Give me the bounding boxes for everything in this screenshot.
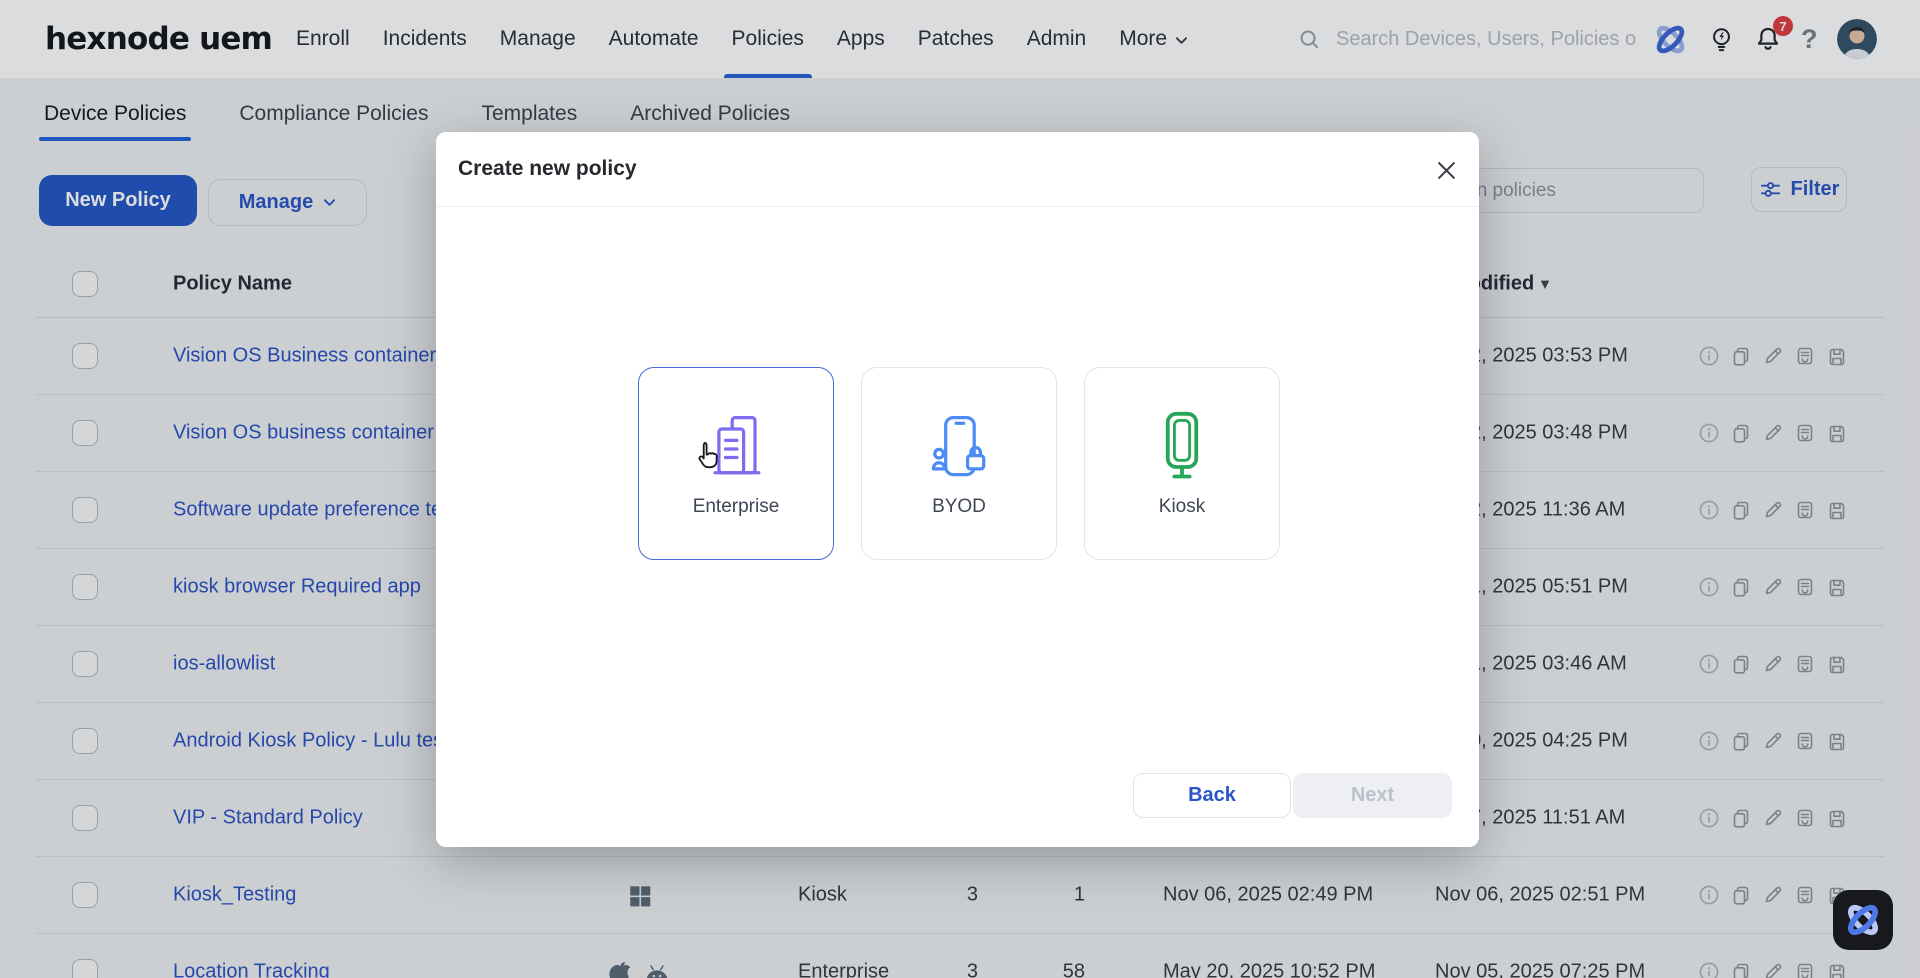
back-button[interactable]: Back xyxy=(1133,773,1291,818)
enterprise-buildings-icon xyxy=(696,410,776,486)
option-enterprise[interactable]: Enterprise xyxy=(638,367,834,560)
next-button-disabled[interactable]: Next xyxy=(1293,773,1452,818)
option-label: Enterprise xyxy=(693,496,780,518)
byod-phone-icon xyxy=(919,410,999,486)
policy-type-options: Enterprise BYOD xyxy=(638,367,1280,560)
modal-header: Create new policy xyxy=(436,132,1479,207)
option-kiosk[interactable]: Kiosk xyxy=(1084,367,1280,560)
hexnode-uem-app: hexnode uem Enroll Incidents Manage Auto… xyxy=(0,0,1920,978)
option-label: BYOD xyxy=(932,496,986,518)
support-chat-widget[interactable] xyxy=(1833,890,1893,950)
create-policy-modal: Create new policy xyxy=(436,132,1479,847)
modal-title: Create new policy xyxy=(458,157,637,181)
kiosk-stand-icon xyxy=(1142,410,1222,486)
knot-logo-icon xyxy=(1842,899,1884,941)
close-icon xyxy=(1437,161,1456,180)
option-byod[interactable]: BYOD xyxy=(861,367,1057,560)
close-button[interactable] xyxy=(1432,156,1460,184)
option-label: Kiosk xyxy=(1159,496,1205,518)
